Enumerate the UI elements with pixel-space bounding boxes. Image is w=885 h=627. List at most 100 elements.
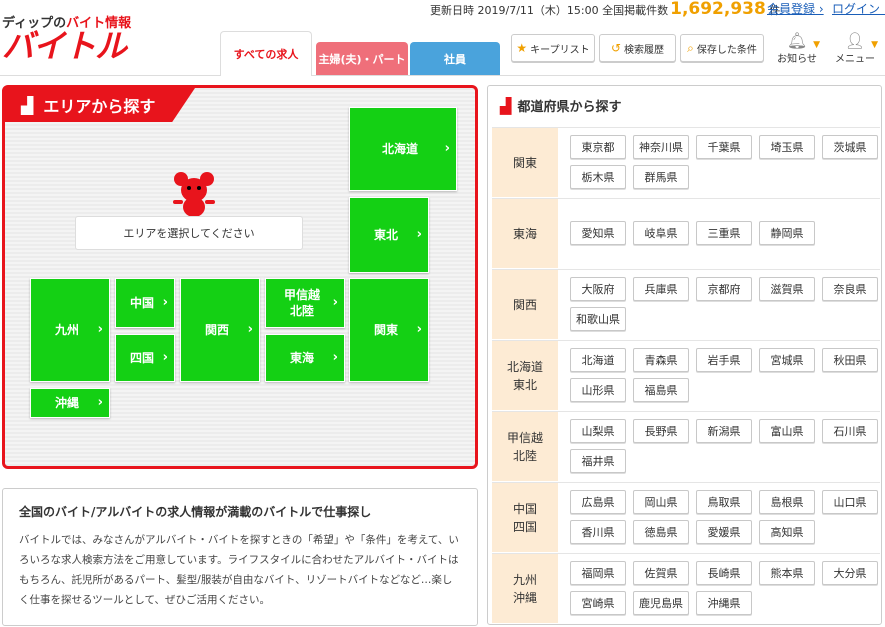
- chevron-down-icon: ▼: [813, 40, 820, 50]
- site-logo[interactable]: バイトル: [2, 28, 127, 64]
- prefecture-button[interactable]: 島根県: [759, 490, 815, 514]
- prefecture-button[interactable]: 富山県: [759, 419, 815, 443]
- prefecture-button[interactable]: 高知県: [759, 520, 815, 544]
- prefecture-button[interactable]: 福岡県: [570, 561, 626, 585]
- prefecture-button[interactable]: 福井県: [570, 449, 626, 473]
- prefecture-button[interactable]: 群馬県: [633, 165, 689, 189]
- region-okinawa-button[interactable]: 沖縄 ›: [30, 388, 110, 418]
- user-icon: 👤︎: [844, 31, 866, 50]
- map-icon: ▟: [500, 96, 512, 115]
- chevron-right-icon: ›: [97, 395, 103, 410]
- search-history-button[interactable]: ↺ 検索履歴: [599, 34, 676, 62]
- tab-full-time[interactable]: 社員: [410, 42, 500, 75]
- chevron-right-icon: ›: [332, 295, 338, 310]
- region-kansai-button[interactable]: 関西 ›: [180, 278, 260, 382]
- prefecture-button[interactable]: 沖縄県: [696, 591, 752, 615]
- prefecture-button[interactable]: 兵庫県: [633, 277, 689, 301]
- prefecture-button[interactable]: 愛知県: [570, 221, 626, 245]
- mascot-icon: [173, 172, 215, 217]
- prefecture-button[interactable]: 三重県: [696, 221, 752, 245]
- prefecture-button[interactable]: 栃木県: [570, 165, 626, 189]
- prefecture-button[interactable]: 青森県: [633, 348, 689, 372]
- prefecture-button[interactable]: 北海道: [570, 348, 626, 372]
- region-koshinetsu-hokuriku-button[interactable]: 甲信越 北陸 ›: [265, 278, 345, 328]
- tab-all-jobs[interactable]: すべての求人: [220, 31, 312, 76]
- job-count: 1,692,938: [670, 0, 766, 19]
- notifications-button[interactable]: 🔔︎ お知らせ ▼: [772, 32, 822, 66]
- chevron-right-icon: ›: [162, 295, 168, 310]
- prefecture-button[interactable]: 岡山県: [633, 490, 689, 514]
- region-chugoku-button[interactable]: 中国 ›: [115, 278, 175, 328]
- region-tokai-button[interactable]: 東海 ›: [265, 334, 345, 382]
- description-heading: 全国のバイト/アルバイトの求人情報が満載のバイトルで仕事探し: [19, 505, 372, 519]
- area-panel-title: ▟ エリアから探す: [5, 88, 195, 122]
- map-icon: ▟: [21, 95, 34, 115]
- prefecture-button[interactable]: 神奈川県: [633, 135, 689, 159]
- prefecture-button[interactable]: 鹿児島県: [633, 591, 689, 615]
- prefecture-button[interactable]: 佐賀県: [633, 561, 689, 585]
- region-tohoku-button[interactable]: 東北 ›: [349, 197, 429, 273]
- region-label: 中国 四国: [492, 483, 558, 552]
- region-label: 九州 沖縄: [492, 554, 558, 623]
- prefecture-row: 関東 東京都 神奈川県 千葉県 埼玉県 茨城県 栃木県 群馬県: [492, 127, 880, 197]
- site-description: 全国のバイト/アルバイトの求人情報が満載のバイトルで仕事探し バイトルでは、みな…: [2, 488, 478, 626]
- prefecture-row: 関西 大阪府 兵庫県 京都府 滋賀県 奈良県 和歌山県: [492, 269, 880, 339]
- prefecture-button[interactable]: 東京都: [570, 135, 626, 159]
- tab-part-time[interactable]: 主婦(夫)・パート: [316, 42, 408, 75]
- prefecture-button[interactable]: 大分県: [822, 561, 878, 585]
- prefecture-button[interactable]: 茨城県: [822, 135, 878, 159]
- login-link[interactable]: ログイン ›: [832, 2, 885, 16]
- prefecture-button[interactable]: 大阪府: [570, 277, 626, 301]
- prefecture-button[interactable]: 山口県: [822, 490, 878, 514]
- prefecture-button[interactable]: 奈良県: [822, 277, 878, 301]
- prefecture-button[interactable]: 山形県: [570, 378, 626, 402]
- prefecture-row: 甲信越 北陸 山梨県 長野県 新潟県 富山県 石川県 福井県: [492, 411, 880, 481]
- region-hokkaido-button[interactable]: 北海道 ›: [349, 107, 457, 191]
- chevron-right-icon: ›: [444, 141, 450, 156]
- saved-conditions-button[interactable]: ⌕ 保存した条件: [680, 34, 764, 62]
- region-label: 北海道 東北: [492, 341, 558, 410]
- region-kanto-button[interactable]: 関東 ›: [349, 278, 429, 382]
- prefecture-button[interactable]: 山梨県: [570, 419, 626, 443]
- prefecture-button[interactable]: 石川県: [822, 419, 878, 443]
- keep-list-button[interactable]: ★ キープリスト: [511, 34, 595, 62]
- prefecture-row: 中国 四国 広島県 岡山県 鳥取県 島根県 山口県 香川県 徳島県 愛媛県 高知県: [492, 482, 880, 552]
- chevron-down-icon: ▼: [871, 40, 878, 50]
- menu-button[interactable]: 👤︎ メニュー ▼: [830, 31, 880, 66]
- prefecture-button[interactable]: 千葉県: [696, 135, 752, 159]
- prefecture-button[interactable]: 和歌山県: [570, 307, 626, 331]
- prefecture-button[interactable]: 静岡県: [759, 221, 815, 245]
- prefecture-button[interactable]: 宮崎県: [570, 591, 626, 615]
- prefecture-button[interactable]: 愛媛県: [696, 520, 752, 544]
- prefecture-button[interactable]: 秋田県: [822, 348, 878, 372]
- region-kyushu-button[interactable]: 九州 ›: [30, 278, 110, 382]
- prefecture-row: 東海 愛知県 岐阜県 三重県 静岡県: [492, 198, 880, 268]
- prefecture-search-panel: ▟ 都道府県から探す 関東 東京都 神奈川県 千葉県 埼玉県 茨城県 栃木県 群馬…: [487, 85, 882, 625]
- prefecture-button[interactable]: 京都府: [696, 277, 752, 301]
- prefecture-button[interactable]: 長野県: [633, 419, 689, 443]
- register-link[interactable]: 会員登録 ›: [767, 2, 824, 16]
- prefecture-button[interactable]: 鳥取県: [696, 490, 752, 514]
- prefecture-button[interactable]: 岩手県: [696, 348, 752, 372]
- prefecture-button[interactable]: 岐阜県: [633, 221, 689, 245]
- region-label: 東海: [492, 199, 558, 268]
- prefecture-button[interactable]: 新潟県: [696, 419, 752, 443]
- prefecture-row: 北海道 東北 北海道 青森県 岩手県 宮城県 秋田県 山形県 福島県: [492, 340, 880, 410]
- prefecture-button[interactable]: 福島県: [633, 378, 689, 402]
- history-icon: ↺: [610, 41, 622, 55]
- region-shikoku-button[interactable]: 四国 ›: [115, 334, 175, 382]
- region-label: 関東: [492, 128, 558, 197]
- prefecture-button[interactable]: 香川県: [570, 520, 626, 544]
- prefecture-button[interactable]: 熊本県: [759, 561, 815, 585]
- prefecture-button[interactable]: 長崎県: [696, 561, 752, 585]
- prefecture-row: 九州 沖縄 福岡県 佐賀県 長崎県 熊本県 大分県 宮崎県 鹿児島県 沖縄県: [492, 553, 880, 623]
- prefecture-button[interactable]: 滋賀県: [759, 277, 815, 301]
- prefecture-button[interactable]: 徳島県: [633, 520, 689, 544]
- description-body: バイトルでは、みなさんがアルバイト・バイトを探すときの「希望」や「条件」を考えて…: [19, 534, 459, 606]
- chevron-right-icon: ›: [815, 2, 824, 16]
- prefecture-button[interactable]: 宮城県: [759, 348, 815, 372]
- area-search-panel: ▟ エリアから探す エリアを選択してください 北海道 › 東北 › 九州 › 中国 › 四…: [2, 85, 478, 469]
- site-header: ディップのバイト情報 バイトル 更新日時 2019/7/11（木）15:00 全…: [0, 0, 885, 76]
- prefecture-button[interactable]: 広島県: [570, 490, 626, 514]
- prefecture-button[interactable]: 埼玉県: [759, 135, 815, 159]
